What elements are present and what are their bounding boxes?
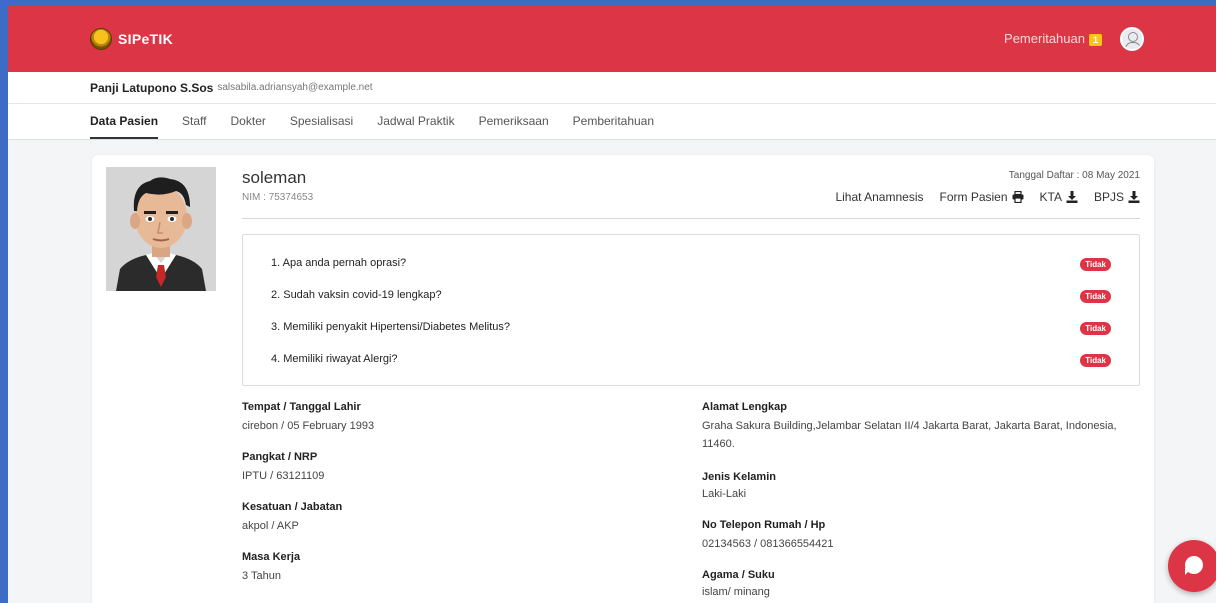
tab-data-pasien[interactable]: Data Pasien <box>90 114 159 139</box>
info-value-gender: Laki-Laki <box>702 488 747 500</box>
tab-jadwal-praktik[interactable]: Jadwal Praktik <box>377 114 454 139</box>
anamnesis-question: 4. Memiliki riwayat Alergi? <box>271 353 398 365</box>
answer-badge: Tidak <box>1080 322 1111 335</box>
chat-icon[interactable] <box>1168 540 1220 592</box>
info-label-service: Masa Kerja <box>242 551 301 563</box>
download-icon <box>1066 191 1078 203</box>
patient-name: soleman <box>242 168 307 187</box>
window-frame-top <box>0 0 1221 5</box>
tab-staff[interactable]: Staff <box>182 114 206 139</box>
brand-name: SIPeTIK <box>118 30 174 47</box>
patient-avatar-illustration <box>106 167 216 291</box>
info-value-birth: cirebon / 05 February 1993 <box>242 420 375 432</box>
header-divider <box>242 218 1140 219</box>
answer-badge: Tidak <box>1080 290 1111 303</box>
patient-photo <box>106 167 216 291</box>
info-label-religion: Agama / Suku <box>702 569 775 581</box>
info-value-phone: 02134563 / 081366554421 <box>702 538 834 550</box>
patient-card: soleman NIM : 75374653 Tanggal Daftar : … <box>92 155 1154 603</box>
info-value-rank: IPTU / 63121109 <box>242 470 325 482</box>
info-value-address: Graha Sakura Building,Jelambar Selatan I… <box>702 420 1117 450</box>
bpjs-label: BPJS <box>1093 190 1124 204</box>
form-pasien-button[interactable]: Form Pasien <box>940 190 1024 204</box>
anamnesis-question: 3. Memiliki penyakit Hipertensi/Diabetes… <box>271 321 511 333</box>
view-anamnesis-link[interactable]: Lihat Anamnesis <box>835 190 923 204</box>
brand[interactable]: SIPeTIK <box>90 27 174 50</box>
notifications-count-badge: 1 <box>1088 34 1102 46</box>
info-label-phone: No Telepon Rumah / Hp <box>702 519 826 531</box>
user-info-bar: Panji Latupono S.Sos salsabila.adriansya… <box>8 72 1216 104</box>
info-value-unit: akpol / AKP <box>242 520 299 532</box>
kta-label: KTA <box>1039 190 1062 204</box>
tab-pemeriksaan[interactable]: Pemeriksaan <box>479 114 549 139</box>
tab-dokter[interactable]: Dokter <box>231 114 266 139</box>
info-label-address: Alamat Lengkap <box>702 401 787 413</box>
form-pasien-label: Form Pasien <box>939 190 1008 204</box>
kta-download-button[interactable]: KTA <box>1040 190 1078 204</box>
view-anamnesis-label: Lihat Anamnesis <box>835 190 924 204</box>
notifications-link[interactable]: Pemeritahuan 1 <box>1004 31 1102 46</box>
info-label-unit: Kesatuan / Jabatan <box>242 501 343 513</box>
user-avatar-icon[interactable] <box>1120 26 1144 51</box>
patient-nim: NIM : 75374653 <box>242 192 314 203</box>
top-navbar: SIPeTIK Pemeritahuan 1 <box>8 5 1216 72</box>
answer-badge: Tidak <box>1080 354 1111 367</box>
notifications-label: Pemeritahuan <box>1004 31 1085 46</box>
anamnesis-list: 1. Apa anda pernah oprasi? Tidak 2. Suda… <box>242 234 1140 386</box>
answer-badge: Tidak <box>1080 258 1111 271</box>
user-email: salsabila.adriansyah@example.net <box>217 82 373 93</box>
police-emblem-logo <box>90 27 112 50</box>
main-tabs: Data Pasien Staff Dokter Spesialisasi Ja… <box>8 104 1216 140</box>
info-label-birth: Tempat / Tanggal Lahir <box>242 401 361 413</box>
window-frame-left <box>0 0 8 603</box>
tab-pemberitahuan[interactable]: Pemberitahuan <box>573 114 654 139</box>
patient-actions: Lihat Anamnesis Form Pasien KTA BPJS <box>835 190 1140 204</box>
printer-icon <box>1012 191 1024 203</box>
bpjs-download-button[interactable]: BPJS <box>1094 190 1140 204</box>
anamnesis-question: 2. Sudah vaksin covid-19 lengkap? <box>271 289 442 301</box>
info-value-service: 3 Tahun <box>242 570 281 582</box>
user-name: Panji Latupono S.Sos <box>90 80 214 95</box>
info-label-gender: Jenis Kelamin <box>702 471 776 483</box>
tab-spesialisasi[interactable]: Spesialisasi <box>290 114 353 139</box>
top-right-controls: Pemeritahuan 1 <box>1004 26 1144 51</box>
registration-date: Tanggal Daftar : 08 May 2021 <box>1008 170 1140 181</box>
anamnesis-question: 1. Apa anda pernah oprasi? <box>271 257 407 269</box>
info-value-religion: islam/ minang <box>702 586 770 598</box>
info-label-rank: Pangkat / NRP <box>242 451 318 463</box>
download-icon <box>1128 191 1140 203</box>
window-frame-right <box>1216 0 1221 603</box>
